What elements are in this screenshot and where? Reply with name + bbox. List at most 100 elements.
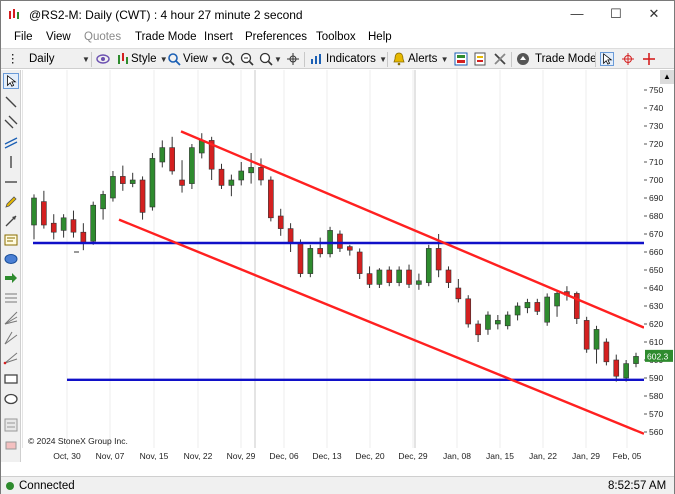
menu-trade-mode[interactable]: Trade Mode [135,31,197,43]
indicators-label: Indicators [326,53,376,65]
interval-dropdown[interactable]: Daily [29,51,55,68]
candle-up [198,140,205,154]
y-tick-label: 710 [649,157,663,167]
text-note-tool-icon[interactable] [3,232,19,248]
candle-up [495,320,501,325]
copyright-text: © 2024 StoneX Group Inc. [28,436,128,446]
tools-icon[interactable] [493,52,507,66]
menu-toolbox[interactable]: Toolbox [316,31,356,43]
menu-help[interactable]: Help [368,31,392,43]
zoom-reset-icon[interactable] [259,52,273,66]
horizontal-line-tool-icon[interactable] [3,174,19,190]
y-tick-label: 650 [649,265,663,275]
y-tick-label: 670 [649,229,663,239]
zoom-chevron-down-icon[interactable]: ▼ [274,51,282,68]
candle-down [268,179,274,219]
candle-down [179,179,185,186]
drawing-toolbar [1,70,21,462]
line-tool-icon[interactable] [3,94,19,110]
oval-tool-icon[interactable] [3,391,19,407]
x-tick-label: Oct, 30 [53,451,81,461]
menu-quotes[interactable]: Quotes [84,31,121,43]
right-arrow-tool-icon[interactable] [3,270,19,286]
candle-down [534,302,541,312]
x-tick-label: Dec, 06 [269,451,299,461]
y-tick-label: 610 [649,337,663,347]
order-ticket-icon[interactable] [473,52,487,66]
candle-down [366,273,373,285]
candle-down [120,176,126,184]
eraser-tool-icon[interactable] [3,437,19,453]
pencil-tool-icon[interactable] [3,194,19,210]
axis-scroll-up-icon[interactable]: ▲ [660,70,674,84]
arrow-tool-icon[interactable] [3,213,19,229]
candle-down [297,242,304,274]
zoom-in-icon[interactable] [221,52,235,66]
vertical-line-tool-icon[interactable] [3,154,19,170]
plus-cursor-icon[interactable] [642,52,656,66]
y-tick-label: 620 [649,319,663,329]
candle-down [41,201,47,226]
candle-down [50,222,57,233]
rectangle-tool-icon[interactable] [3,371,19,387]
gann-fan-tool-icon[interactable] [3,310,19,326]
x-tick-label: Jan, 15 [486,451,514,461]
alerts-button[interactable]: Alerts ▼ [408,51,449,68]
search-icon [168,53,181,66]
candle-down [465,298,472,325]
select-arrow-icon[interactable] [600,52,614,66]
y-tick-label: 730 [649,121,663,131]
candle-down [613,359,620,377]
connection-status: Connected [19,480,75,492]
candle-up [633,356,639,364]
interval-chevron-down-icon[interactable]: ▼ [82,51,90,68]
candle-up [425,248,432,283]
view-button[interactable]: View ▼ [183,51,219,68]
eye-icon[interactable] [96,52,110,66]
app-window: @RS2-M: Daily (CWT) : 4 hour 27 minute 2… [0,0,675,494]
candle-up [544,296,550,323]
speed-lines-tool-icon[interactable] [3,350,19,366]
minimize-button[interactable]: — [558,1,596,29]
menu-insert[interactable]: Insert [204,31,233,43]
y-tick-label: 680 [649,211,663,221]
trade-mode-button[interactable]: Trade Mode [535,51,597,68]
maximize-button[interactable]: ☐ [597,1,635,29]
parallel-lines-tool-icon[interactable] [3,114,19,130]
menu-view[interactable]: View [46,31,71,43]
candle-down [287,228,294,244]
price-chart[interactable]: © 2024 StoneX Group Inc. Oct, 30 Nov, 07 N… [22,70,644,462]
crosshair-icon[interactable] [286,52,300,66]
menu-preferences[interactable]: Preferences [245,31,307,43]
candle-up [228,179,235,186]
candle-down [277,215,284,229]
crosshair-cursor-icon[interactable] [621,52,635,66]
candle-down [218,168,225,186]
style-button[interactable]: Style ▼ [131,51,168,68]
candle-up [416,280,422,285]
ellipse-tool-icon[interactable] [3,251,19,267]
candle-down [583,320,590,350]
x-tick-label: Jan, 29 [572,451,600,461]
zoom-out-icon[interactable] [240,52,254,66]
menu-file[interactable]: File [14,31,33,43]
fibonacci-tool-icon[interactable] [3,290,19,306]
candle-up [376,269,383,285]
layers-tool-icon[interactable] [3,417,19,433]
indicators-button[interactable]: Indicators ▼ [326,51,387,68]
candle-up [485,314,491,330]
interval-icon: ⋮ [7,53,19,65]
bar-style-icon [118,53,128,64]
x-tick-label: Jan, 22 [529,451,557,461]
fan-lines-tool-icon[interactable] [3,330,19,346]
candle-down [475,323,481,336]
candle-up [623,363,629,379]
price-axis[interactable]: 750 740 730 720 710 700 690 680 670 660 650 640 630 6… [644,70,674,462]
trend-channel-tool-icon[interactable] [3,134,19,150]
y-tick-label: 590 [649,373,663,383]
close-button[interactable]: ✕ [635,1,673,29]
window-title: @RS2-M: Daily (CWT) : 4 hour 27 minute 2… [29,8,303,22]
pointer-tool-icon[interactable] [3,73,19,89]
candle-up [159,147,166,163]
dom-icon[interactable] [454,52,468,66]
